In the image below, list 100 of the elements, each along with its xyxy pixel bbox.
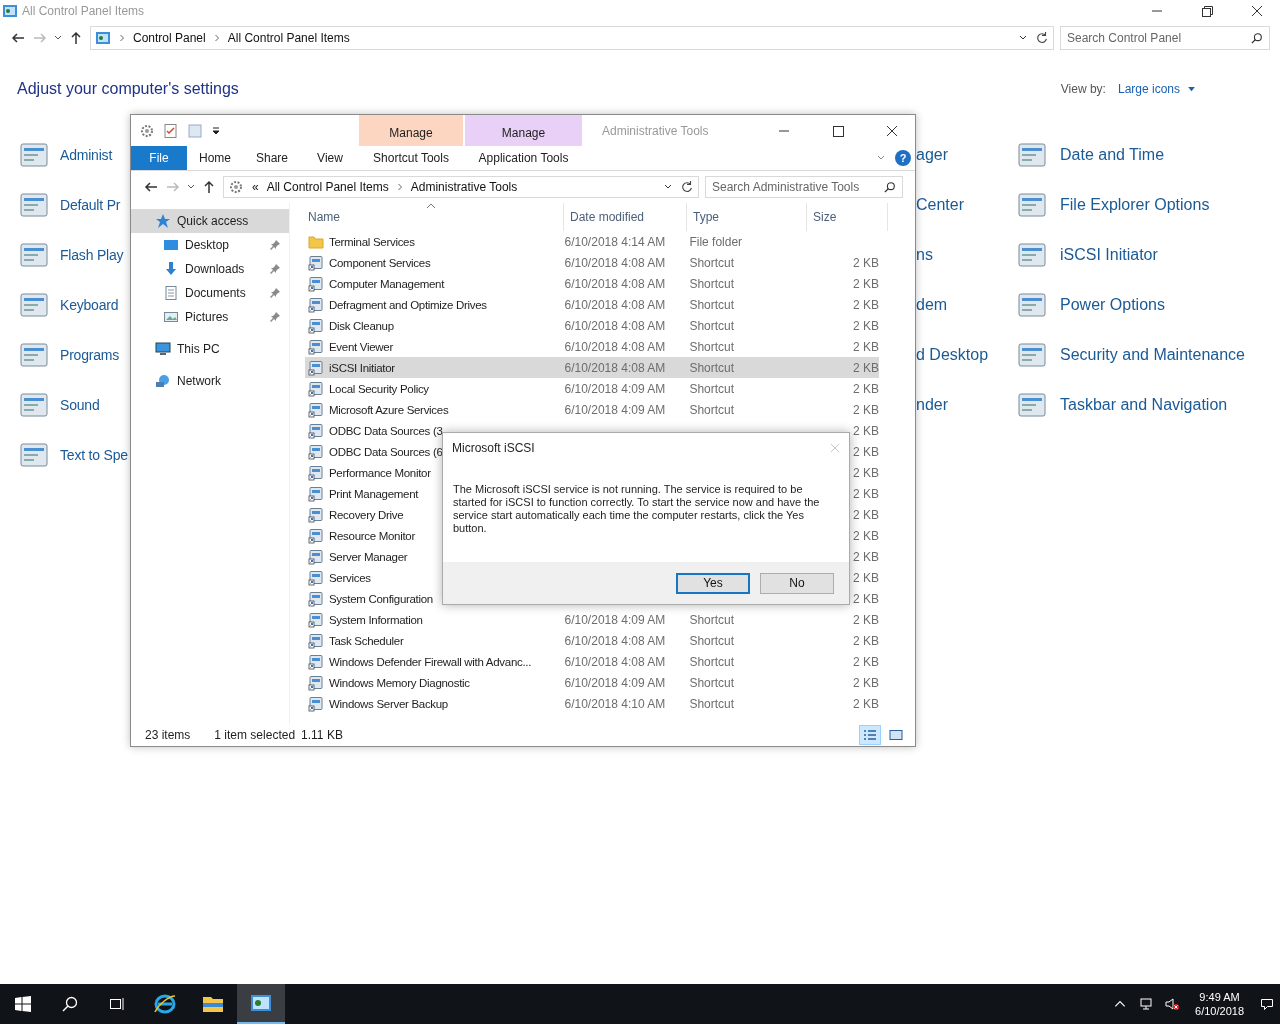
ribbon-tab[interactable]: Shortcut Tools	[359, 146, 463, 170]
file-name[interactable]: System Information	[329, 613, 423, 626]
file-name[interactable]: Windows Server Backup	[329, 697, 448, 710]
applet-link[interactable]: Security and Maintenance	[1060, 346, 1245, 364]
nav-item[interactable]: This PC	[131, 337, 289, 361]
chevron-down-icon[interactable]	[664, 183, 672, 191]
applet-link[interactable]: Power Options	[1060, 296, 1165, 314]
applet-link[interactable]: Date and Time	[1060, 146, 1165, 164]
applet-link[interactable]: Center	[916, 196, 965, 214]
file-name[interactable]: Local Security Policy	[329, 382, 429, 395]
applet-link[interactable]: iSCSI Initiator	[1060, 246, 1158, 264]
pin-icon[interactable]	[269, 287, 281, 299]
gear-icon[interactable]	[139, 122, 155, 139]
type-cell-text: Shortcut	[688, 381, 736, 396]
window-title: All Control Panel Items	[22, 4, 145, 18]
applet-link[interactable]: Programs	[60, 347, 120, 363]
ribbon-tab[interactable]: Home	[187, 146, 243, 170]
ribbon-tab[interactable]: View	[301, 146, 359, 170]
help-button[interactable]: ?	[895, 150, 911, 166]
column-header[interactable]: Type	[687, 203, 807, 231]
address-bar[interactable]: « All Control Panel Items Administrative Tools	[223, 176, 699, 198]
applet-link[interactable]: dem	[916, 296, 948, 314]
file-name[interactable]: Event Viewer	[329, 340, 393, 353]
file-name[interactable]: Print Management	[329, 487, 419, 500]
file-name[interactable]: Computer Management	[329, 277, 445, 290]
file-name[interactable]: Component Services	[329, 256, 431, 269]
file-name[interactable]: System Configuration	[329, 592, 433, 605]
breadcrumb-item[interactable]: Control Panel	[133, 31, 206, 45]
applet-link[interactable]: File Explorer Options	[1060, 196, 1210, 214]
applet-link[interactable]: nder	[916, 396, 949, 414]
nav-item[interactable]: Pictures	[131, 305, 289, 329]
size-cell: 2 KB	[853, 402, 879, 417]
clock-time[interactable]: 9:49 AM	[1199, 990, 1240, 1004]
dialog-button[interactable]: Yes	[676, 572, 750, 594]
search-field[interactable]: Search Administrative Tools	[705, 176, 903, 198]
ribbon-tab[interactable]: Application Tools	[465, 146, 582, 170]
breadcrumb-item[interactable]: All Control Panel Items	[266, 180, 389, 194]
file-name[interactable]: Windows Memory Diagnostic	[329, 676, 470, 689]
column-header[interactable]: Name	[305, 203, 564, 231]
applet-link[interactable]: ns	[916, 246, 933, 264]
refresh-icon[interactable]	[680, 180, 694, 194]
applet-link[interactable]: Sound	[60, 397, 100, 413]
overflow-marker[interactable]: «	[252, 180, 259, 194]
file-name[interactable]: Disk Cleanup	[329, 319, 394, 332]
chevron-down-icon[interactable]	[54, 34, 62, 42]
clock-date[interactable]: 6/10/2018	[1195, 1004, 1244, 1018]
size-cell: 2 KB	[853, 654, 879, 669]
applet-link[interactable]: ager	[916, 146, 949, 164]
pin-icon[interactable]	[269, 311, 281, 323]
ribbon-tab[interactable]: File	[131, 146, 187, 170]
column-header[interactable]: Size	[807, 203, 888, 231]
nav-item[interactable]: Network	[131, 369, 289, 393]
view-button[interactable]	[859, 725, 881, 745]
pin-icon[interactable]	[269, 239, 281, 251]
nav-item[interactable]: Quick access	[131, 209, 289, 233]
file-name[interactable]: Performance Monitor	[329, 466, 431, 479]
pin-icon[interactable]	[269, 263, 281, 275]
down-arrow-icon	[163, 261, 179, 277]
nav-item[interactable]: Documents	[131, 281, 289, 305]
search-field[interactable]: Search Control Panel	[1060, 26, 1270, 50]
file-name[interactable]: Resource Monitor	[329, 529, 415, 542]
ribbon-tab[interactable]: Share	[243, 146, 301, 170]
applet-link[interactable]: Default Pr	[60, 197, 121, 213]
address-bar[interactable]: Control Panel All Control Panel Items	[90, 26, 1054, 50]
file-name[interactable]: ODBC Data Sources (3	[329, 424, 443, 437]
notifications-icon[interactable]	[1260, 997, 1274, 1011]
file-name[interactable]: Terminal Services	[329, 235, 415, 248]
applet-link[interactable]: Keyboard	[60, 297, 119, 313]
file-name[interactable]: Task Scheduler	[329, 634, 404, 647]
file-name[interactable]: iSCSI Initiator	[329, 361, 395, 374]
network-icon[interactable]	[1139, 997, 1154, 1011]
refresh-icon[interactable]	[1035, 31, 1049, 45]
file-name[interactable]: Defragment and Optimize Drives	[329, 298, 487, 311]
breadcrumb-item[interactable]: All Control Panel Items	[227, 31, 350, 45]
file-name[interactable]: Services	[329, 571, 371, 584]
muted-speaker-icon[interactable]	[1165, 997, 1180, 1011]
applet-link[interactable]: Administ	[60, 147, 113, 163]
nav-item[interactable]: Downloads	[131, 257, 289, 281]
file-name[interactable]: ODBC Data Sources (6	[329, 445, 443, 458]
taskbar-app[interactable]	[237, 984, 285, 1024]
date-cell-text: 6/10/2018 4:09 AM	[563, 612, 667, 627]
breadcrumb-item[interactable]: Administrative Tools	[410, 180, 518, 194]
view-by-dropdown[interactable]: Large icons	[1117, 82, 1180, 96]
properties-icon[interactable]	[163, 122, 179, 139]
applet-link[interactable]: d Desktop	[916, 346, 989, 364]
applet-link[interactable]: Taskbar and Navigation	[1060, 396, 1228, 414]
nav-item[interactable]: Desktop	[131, 233, 289, 257]
chevron-down-icon[interactable]	[1019, 34, 1027, 42]
dialog-button[interactable]: No	[760, 572, 834, 594]
file-name[interactable]: Server Manager	[329, 550, 408, 563]
applet-link[interactable]: Flash Play	[60, 247, 124, 263]
file-name[interactable]: Microsoft Azure Services	[329, 403, 449, 416]
chevron-down-icon[interactable]	[187, 183, 195, 191]
column-header[interactable]: Date modified	[564, 203, 687, 231]
customize-dropdown-icon[interactable]	[211, 125, 221, 136]
dropdown-arrow-icon[interactable]	[1188, 86, 1195, 92]
window-title: Administrative Tools	[602, 123, 709, 138]
applet-link[interactable]: Text to Spe	[60, 447, 128, 463]
file-name[interactable]: Recovery Drive	[329, 508, 404, 521]
file-name[interactable]: Windows Defender Firewall with Advanc...	[329, 655, 532, 668]
